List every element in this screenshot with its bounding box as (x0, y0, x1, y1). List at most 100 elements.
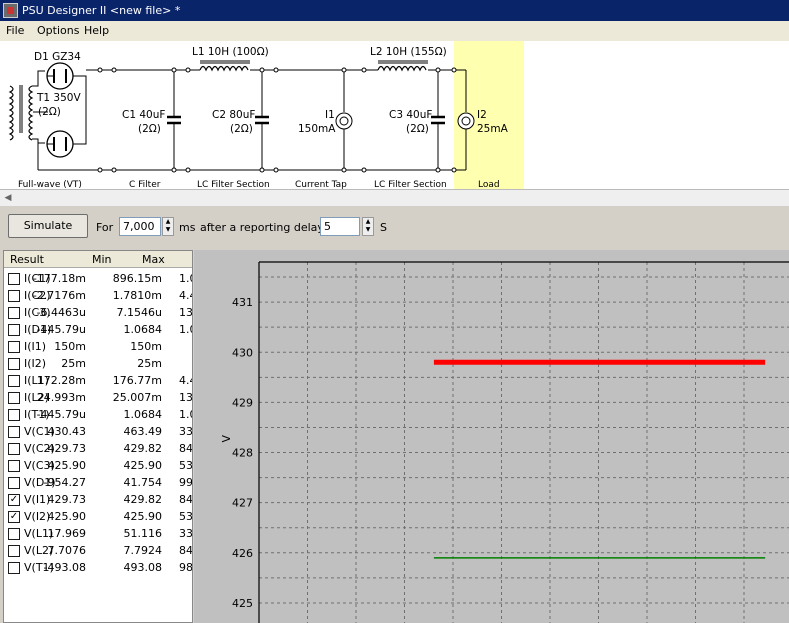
menu-help[interactable]: Help (84, 24, 109, 37)
table-row[interactable]: I(I1) 150m 150m (4, 338, 192, 355)
row-checkbox[interactable] (8, 477, 20, 489)
d1-label: D1 GZ34 (34, 51, 81, 63)
row-min: -954.27 (43, 476, 86, 489)
row-checkbox[interactable] (8, 273, 20, 285)
table-row[interactable]: ✓V(I2)425.90425.90537. (4, 508, 192, 525)
row-max: 493.08 (123, 561, 163, 574)
header-result[interactable]: Result (10, 253, 44, 266)
c1-label: C1 40uF (122, 109, 165, 121)
c2-label: C2 80uF (212, 109, 255, 121)
row-name: I(I1) (24, 340, 47, 353)
row-max: 425.90 (123, 510, 163, 523)
for-label: For (96, 221, 114, 234)
table-row[interactable]: I(C3)-6.4463u7.1546u13.6 (4, 304, 192, 321)
row-min: 429.73 (47, 442, 87, 455)
i2-value: 25mA (477, 123, 509, 135)
row-checkbox[interactable] (8, 307, 20, 319)
simulate-button[interactable]: Simulate (8, 214, 88, 238)
row-min: -6.4463u (36, 306, 86, 319)
section-current-tap: Current Tap (295, 180, 347, 189)
plot-area: 431 430 429 428 427 426 425 V (194, 250, 789, 623)
menu-file[interactable]: File (6, 24, 24, 37)
row-checkbox[interactable] (8, 528, 20, 540)
table-row[interactable]: I(D1)-445.79u1.06841.0 (4, 321, 192, 338)
y-tick-label: 431 (232, 296, 253, 309)
header-min[interactable]: Min (92, 253, 112, 266)
row-min: 429.73 (47, 493, 87, 506)
table-row[interactable]: I(L2)24.993m25.007m13.6 (4, 389, 192, 406)
row-checkbox[interactable] (8, 443, 20, 455)
y-tick-label: 426 (232, 547, 253, 560)
section-lc-filter-2: LC Filter Section (374, 180, 447, 189)
row-extra: 33. (179, 527, 193, 540)
row-checkbox[interactable] (8, 324, 20, 336)
c1-res: (2Ω) (138, 123, 161, 135)
table-row[interactable]: V(L1)17.96951.11633. (4, 525, 193, 542)
row-checkbox[interactable] (8, 409, 20, 421)
row-min: 7.7076 (47, 544, 87, 557)
row-checkbox[interactable]: ✓ (8, 494, 20, 506)
c3-capacitor-symbol[interactable] (431, 70, 445, 170)
window-title: PSU Designer II <new file> * (22, 4, 181, 17)
l2-inductor-symbol[interactable] (377, 60, 428, 72)
i1-current-source-symbol[interactable] (335, 70, 353, 170)
row-name: V(I1) (24, 493, 51, 506)
row-extra: 33. (179, 425, 193, 438)
row-max: 463.49 (123, 425, 163, 438)
y-tick-label: 425 (232, 597, 253, 610)
duration-spinner[interactable]: ▲ ▼ (162, 217, 174, 236)
table-row[interactable]: I(L1)172.28m176.77m4.48 (4, 372, 192, 389)
c3-res: (2Ω) (406, 123, 429, 135)
row-max: 25m (137, 357, 162, 370)
row-checkbox[interactable] (8, 392, 20, 404)
row-min: 425.90 (47, 459, 87, 472)
row-min: -445.79u (36, 323, 86, 336)
horizontal-scrollbar[interactable]: ◀ (0, 189, 789, 206)
l2-label: L2 10H (155Ω) (370, 46, 447, 58)
delay-input[interactable]: 5 (320, 217, 360, 236)
row-checkbox[interactable] (8, 375, 20, 387)
table-row[interactable]: V(C2)429.73429.8284.2 (4, 440, 192, 457)
row-min: 24.993m (36, 391, 86, 404)
c2-capacitor-symbol[interactable] (255, 70, 269, 170)
row-checkbox[interactable] (8, 426, 20, 438)
menu-options[interactable]: Options (37, 24, 79, 37)
scroll-left-icon[interactable]: ◀ (1, 191, 15, 205)
row-checkbox[interactable] (8, 290, 20, 302)
delay-spinner[interactable]: ▲ ▼ (362, 217, 374, 236)
row-checkbox[interactable] (8, 358, 20, 370)
l1-inductor-symbol[interactable] (199, 60, 250, 72)
row-min: -445.79u (36, 408, 86, 421)
row-max: 51.116 (123, 527, 163, 540)
row-checkbox[interactable] (8, 545, 20, 557)
table-row[interactable]: V(L2)7.70767.792484.8 (4, 542, 192, 559)
c2-res: (2Ω) (230, 123, 253, 135)
table-row[interactable]: V(C3)425.90425.90537. (4, 457, 192, 474)
row-extra: 99 (179, 476, 193, 489)
simulation-controls: Simulate For 7,000 ▲ ▼ ms after a reporti… (0, 206, 789, 248)
circuit-canvas: D1 GZ34 T1 350V (2Ω) C1 40uF (2Ω) L1 10H… (0, 41, 789, 189)
row-checkbox[interactable]: ✓ (8, 511, 20, 523)
row-checkbox[interactable] (8, 341, 20, 353)
table-row[interactable]: ✓ V(I1)429.73 429.82 84.2 (4, 491, 192, 508)
row-extra: 1.0 (179, 272, 192, 285)
table-row[interactable]: I(I2) 25m 25m (4, 355, 192, 372)
table-row[interactable]: V(T1) -493.08 493.08 98 (4, 559, 192, 576)
row-min: -177.18m (32, 272, 86, 285)
table-row[interactable]: V(D1) -954.27 41.754 99 (4, 474, 193, 491)
row-max: 429.82 (123, 442, 163, 455)
row-checkbox[interactable] (8, 562, 20, 574)
l1-label: L1 10H (100Ω) (192, 46, 269, 58)
row-min: 25m (61, 357, 86, 370)
section-c-filter: C Filter (129, 180, 161, 189)
row-checkbox[interactable] (8, 460, 20, 472)
table-row[interactable]: I(C1)-177.18m896.15m1.0 (4, 270, 192, 287)
table-row[interactable]: I(C2)-2.7176m1.7810m4.49 (4, 287, 192, 304)
duration-input[interactable]: 7,000 (119, 217, 161, 236)
table-row[interactable]: V(C1)430.43463.4933. (4, 423, 193, 440)
header-max[interactable]: Max (142, 253, 165, 266)
c1-capacitor-symbol[interactable] (167, 70, 181, 170)
y-axis-label: V (220, 435, 233, 443)
table-row[interactable]: I(T1)-445.79u1.06841.0 (4, 406, 192, 423)
row-extra: 4.48 (179, 374, 192, 387)
